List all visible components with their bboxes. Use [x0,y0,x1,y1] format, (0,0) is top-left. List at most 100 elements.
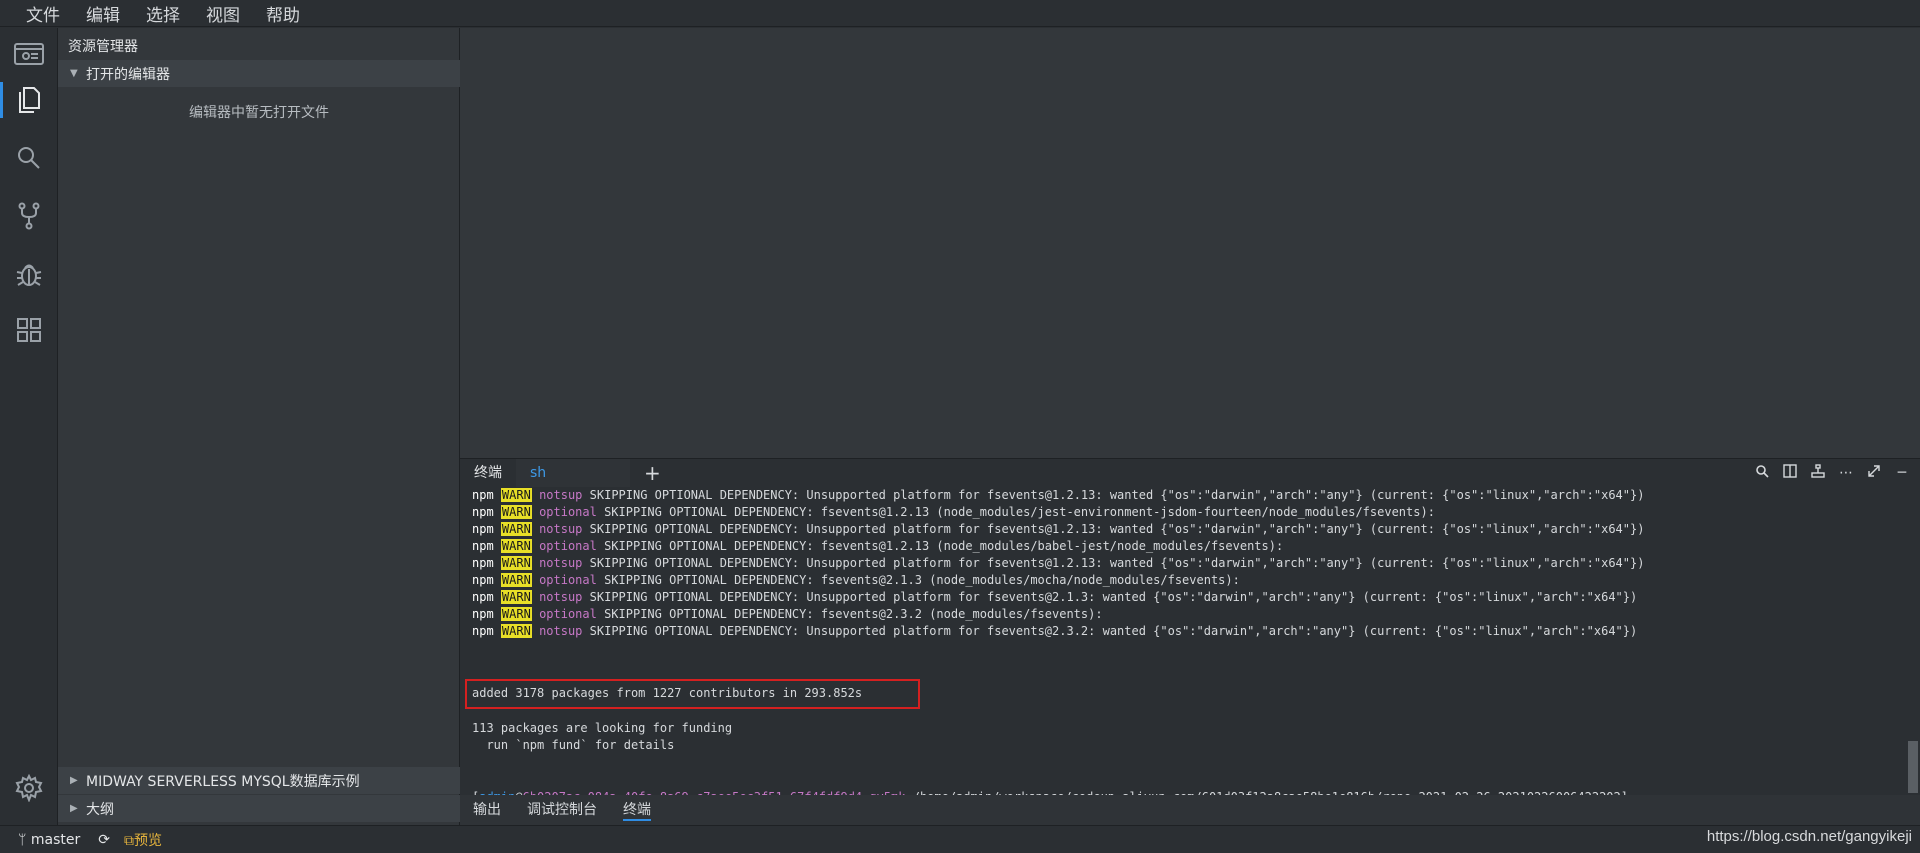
terminal-line: npm WARN optional SKIPPING OPTIONAL DEPE… [472,572,1902,589]
empty-editors-message: 编辑器中暂无打开文件 [189,105,329,121]
terminal-line: npm WARN notsup SKIPPING OPTIONAL DEPEND… [472,623,1902,640]
warn-badge: WARN [500,590,532,604]
terminal-line: npm WARN optional SKIPPING OPTIONAL DEPE… [472,606,1902,623]
npm-prefix: npm [472,573,494,587]
sidebar-title: 资源管理器 [68,39,138,55]
warn-message: SKIPPING OPTIONAL DEPENDENCY: fsevents@2… [596,573,1240,587]
menu-help[interactable]: 帮助 [266,1,300,26]
branch-indicator[interactable]: ᛘ master [18,832,80,848]
warn-lines: npm WARN notsup SKIPPING OPTIONAL DEPEND… [472,487,1902,640]
warn-level: notsup [539,488,583,502]
npm-prefix: npm [472,522,494,536]
terminal-line: npm WARN notsup SKIPPING OPTIONAL DEPEND… [472,487,1902,504]
terminal-line: npm WARN notsup SKIPPING OPTIONAL DEPEND… [472,555,1902,572]
menu-file[interactable]: 文件 [26,1,60,26]
warn-level: notsup [539,624,583,638]
funding-details-line: run `npm fund` for details [472,738,675,752]
terminal-line: npm WARN optional SKIPPING OPTIONAL DEPE… [472,504,1902,521]
warn-level: optional [539,607,597,621]
warn-message: SKIPPING OPTIONAL DEPENDENCY: fsevents@1… [596,539,1284,553]
tab-debug-console[interactable]: 调试控制台 [514,795,610,825]
menu-view[interactable]: 视图 [206,1,240,26]
tab-terminal[interactable]: 终端 [610,795,664,825]
minimize-icon[interactable]: ─ [1894,465,1910,481]
search-icon[interactable] [1754,464,1770,482]
warn-level: notsup [539,590,583,604]
menu-select[interactable]: 选择 [146,1,180,26]
open-editors-label: 打开的编辑器 [86,66,170,83]
debug-icon[interactable] [0,248,58,300]
split-terminal-icon[interactable] [1782,464,1798,482]
terminal-panel: 终端 sh + ⋯ ─ npm WARN notsup SKIPPING OPT… [460,458,1920,825]
maximize-icon[interactable] [1866,464,1882,482]
caret-right-icon: ▶ [70,775,78,786]
menu-edit[interactable]: 编辑 [86,1,120,26]
status-bar: ᛘ master ⟳ ⧉预览 [0,825,1920,853]
watermark-url: https://blog.csdn.net/gangyikeji [1706,828,1912,845]
warn-message: SKIPPING OPTIONAL DEPENDENCY: Unsupporte… [582,556,1645,570]
layout-icon[interactable] [1810,464,1826,482]
warn-badge: WARN [500,539,532,553]
warn-badge: WARN [500,505,532,519]
caret-right-icon: ▶ [70,803,78,814]
branch-icon: ᛘ [18,831,31,848]
external-link-icon: ⧉ [123,832,134,849]
terminal-scrollbar[interactable] [1908,741,1918,793]
open-editors-header[interactable]: ▼ 打开的编辑器 [58,60,460,87]
warn-level: optional [539,505,597,519]
add-terminal-button[interactable]: + [644,461,661,485]
outline-label: 大纲 [86,801,114,818]
activity-bar [0,28,58,825]
warn-badge: WARN [500,573,532,587]
npm-prefix: npm [472,607,494,621]
project-section-header[interactable]: ▶ MIDWAY SERVERLESS MYSQL数据库示例 [58,767,460,794]
more-actions-icon[interactable]: ⋯ [1838,465,1854,481]
warn-message: SKIPPING OPTIONAL DEPENDENCY: Unsupporte… [582,522,1645,536]
preview-button[interactable]: ⧉预览 [124,830,162,850]
sync-icon[interactable]: ⟳ [98,832,110,848]
warn-badge: WARN [500,488,532,502]
panel-bottom-tabs: 输出 调试控制台 终端 [460,795,1920,825]
terminal-label: 终端 [474,465,502,481]
tab-output[interactable]: 输出 [460,795,514,825]
warn-level: optional [539,573,597,587]
explorer-sidebar: 资源管理器 ▼ 打开的编辑器 编辑器中暂无打开文件 ▶ MIDWAY SERVE… [58,28,460,825]
added-packages-line: added 3178 packages from 1227 contributo… [472,686,863,700]
shell-tab[interactable]: sh [516,459,630,487]
web-ide-icon[interactable] [0,28,58,80]
source-control-icon[interactable] [0,190,58,242]
caret-down-icon: ▼ [70,68,78,79]
warn-badge: WARN [500,624,532,638]
terminal-line: npm WARN notsup SKIPPING OPTIONAL DEPEND… [472,521,1902,538]
search-icon[interactable] [0,132,58,184]
outline-section-header[interactable]: ▶ 大纲 [58,795,460,822]
warn-level: notsup [539,556,583,570]
warn-badge: WARN [500,522,532,536]
npm-prefix: npm [472,539,494,553]
terminal-output[interactable]: npm WARN notsup SKIPPING OPTIONAL DEPEND… [465,487,1902,821]
npm-prefix: npm [472,488,494,502]
menu-bar: 文件 编辑 选择 视图 帮助 [0,0,1920,27]
npm-prefix: npm [472,624,494,638]
warn-message: SKIPPING OPTIONAL DEPENDENCY: Unsupporte… [582,624,1638,638]
project-label: MIDWAY SERVERLESS MYSQL数据库示例 [86,773,360,790]
terminal-line: npm WARN optional SKIPPING OPTIONAL DEPE… [472,538,1902,555]
panel-actions: ⋯ ─ [1754,459,1910,487]
files-icon[interactable] [0,74,58,126]
extensions-icon[interactable] [0,304,58,356]
warn-message: SKIPPING OPTIONAL DEPENDENCY: fsevents@1… [596,505,1435,519]
warn-message: SKIPPING OPTIONAL DEPENDENCY: Unsupporte… [582,590,1638,604]
warn-level: optional [539,539,597,553]
warn-badge: WARN [500,556,532,570]
warn-message: SKIPPING OPTIONAL DEPENDENCY: fsevents@2… [596,607,1103,621]
settings-icon[interactable] [0,762,58,814]
editor-area[interactable] [460,28,1920,458]
npm-prefix: npm [472,556,494,570]
funding-line: 113 packages are looking for funding [472,721,733,735]
terminal-line: npm WARN notsup SKIPPING OPTIONAL DEPEND… [472,589,1902,606]
branch-name: master [30,831,81,848]
npm-prefix: npm [472,505,494,519]
preview-label: 预览 [133,832,162,849]
warn-message: SKIPPING OPTIONAL DEPENDENCY: Unsupporte… [582,488,1645,502]
warn-badge: WARN [500,607,532,621]
